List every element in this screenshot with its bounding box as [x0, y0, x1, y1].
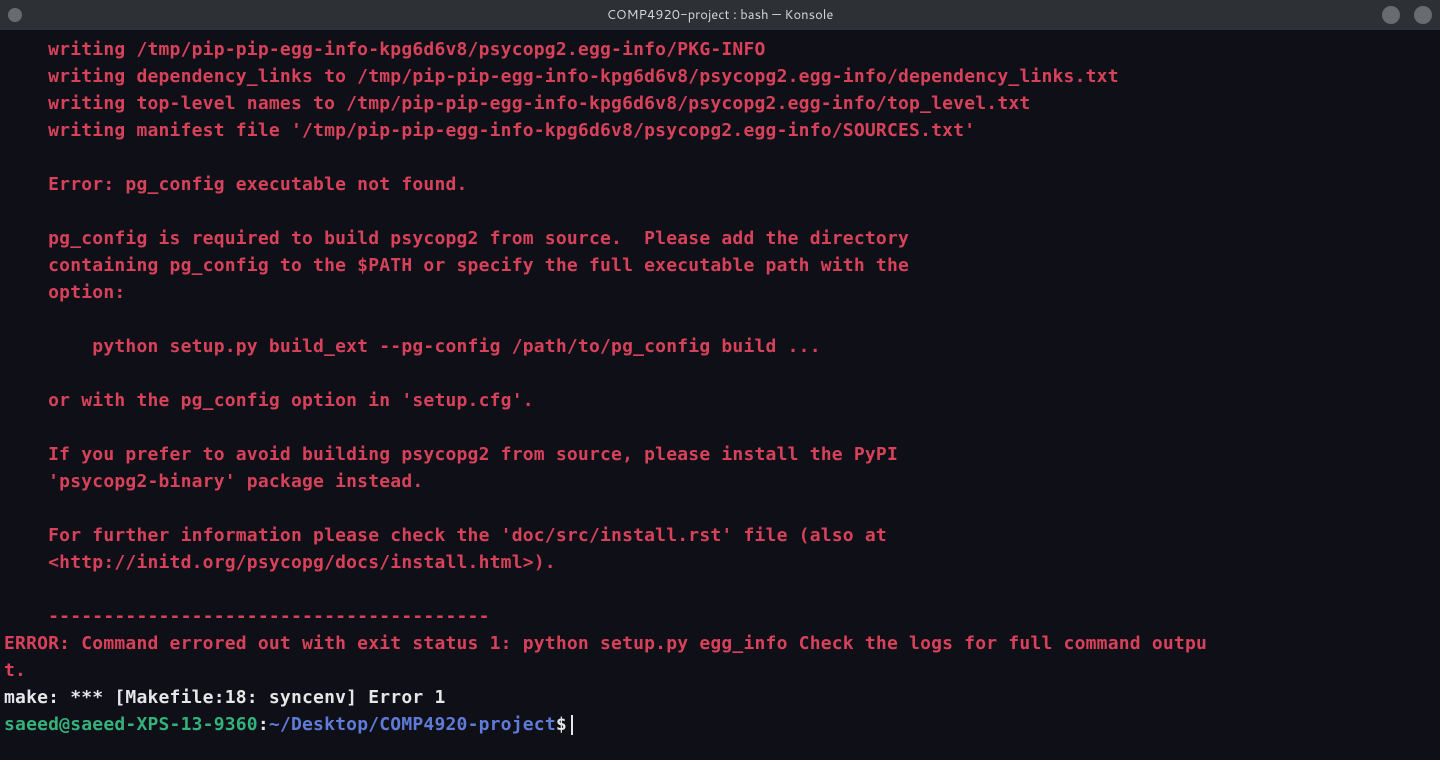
terminal-viewport[interactable]: writing /tmp/pip-pip-egg-info-kpg6d6v8/p…	[0, 30, 1440, 760]
prompt-user-host: saeed@saeed-XPS-13-9360	[4, 711, 258, 738]
app-menu-icon[interactable]	[8, 8, 22, 22]
window-titlebar: COMP4920-project : bash — Konsole	[0, 0, 1440, 30]
minimize-button[interactable]	[1382, 6, 1400, 24]
close-button[interactable]	[1414, 6, 1432, 24]
prompt-cwd: ~/Desktop/COMP4920-project	[269, 711, 556, 738]
pip-error-block: writing /tmp/pip-pip-egg-info-kpg6d6v8/p…	[4, 36, 1436, 630]
shell-prompt[interactable]: saeed@saeed-XPS-13-9360 : ~/Desktop/COMP…	[4, 711, 1436, 738]
cursor-icon	[571, 715, 573, 735]
window-title: COMP4920-project : bash — Konsole	[607, 6, 834, 24]
make-error-line: make: *** [Makefile:18: syncenv] Error 1	[4, 684, 1436, 711]
pip-error-summary: ERROR: Command errored out with exit sta…	[4, 630, 1436, 684]
window-controls	[1382, 6, 1432, 24]
prompt-sigil: $	[556, 711, 567, 738]
prompt-colon: :	[258, 711, 269, 738]
